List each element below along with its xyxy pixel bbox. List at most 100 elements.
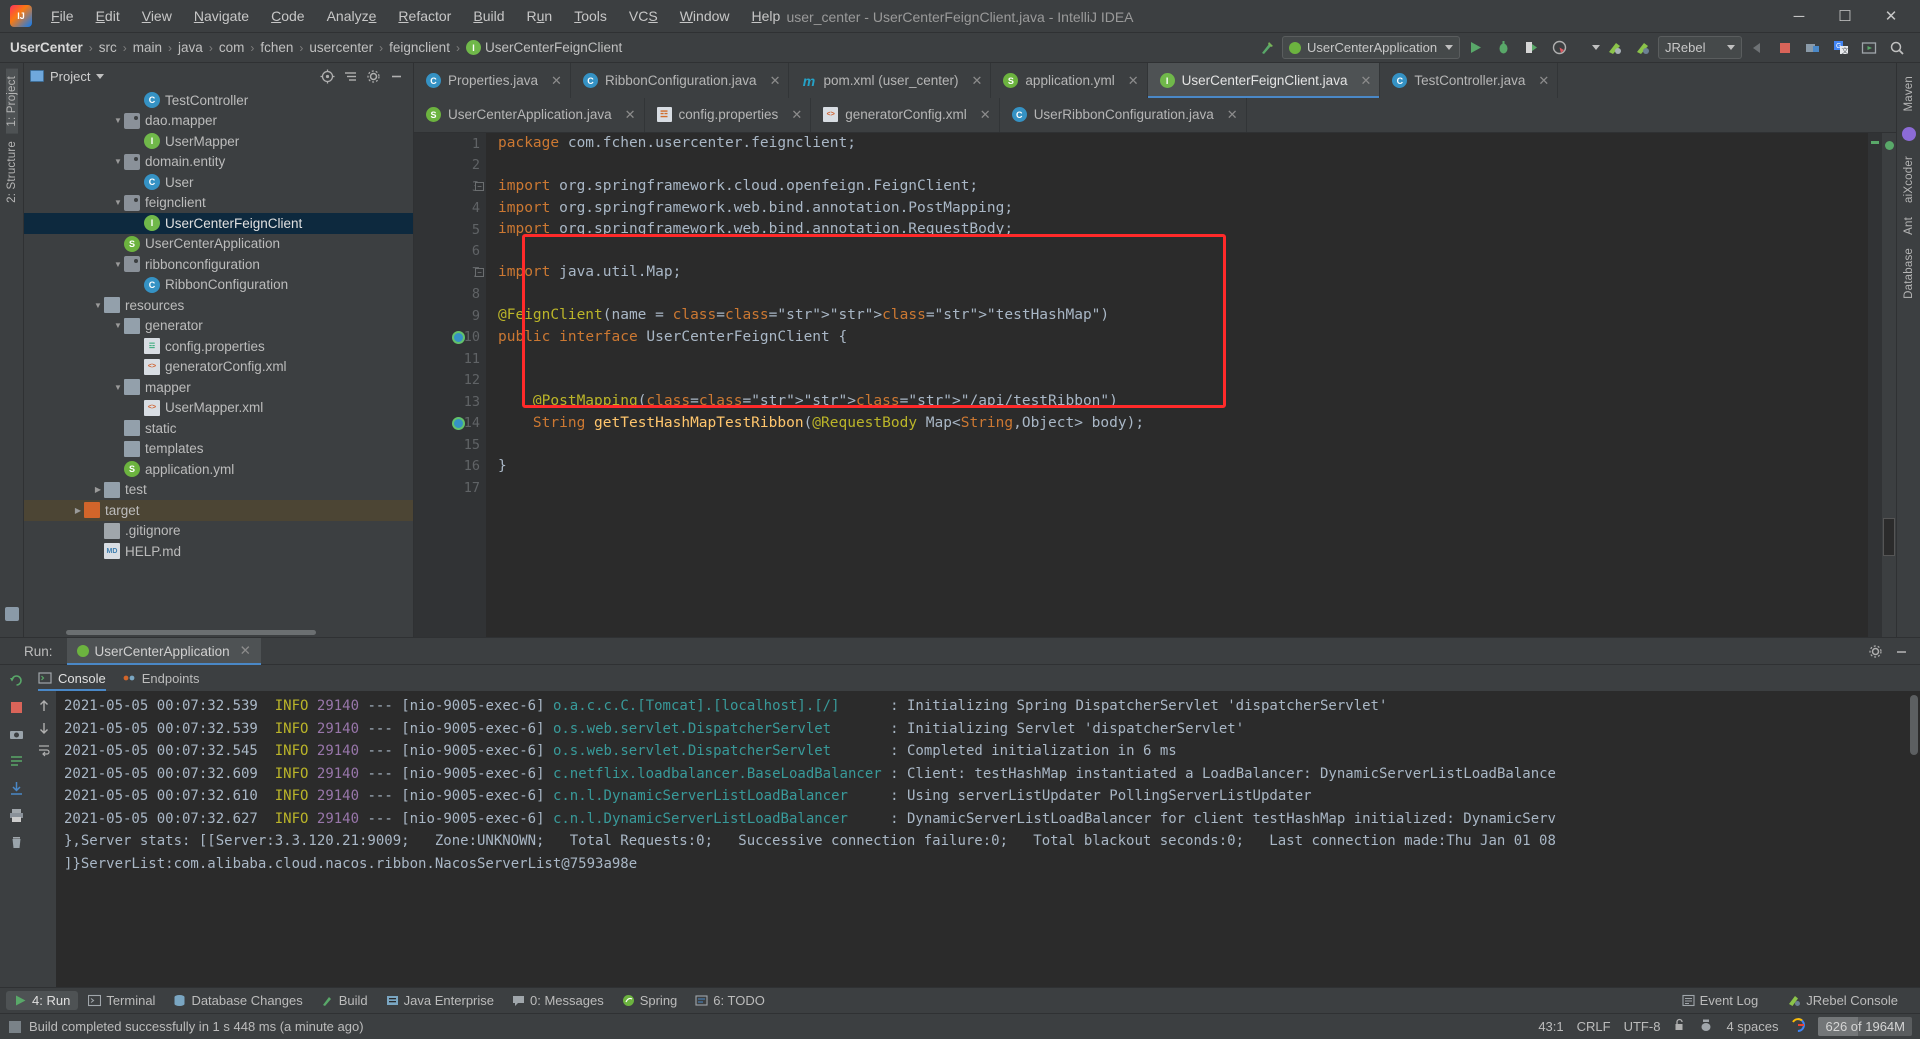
tree-node[interactable]: static xyxy=(24,418,413,439)
code-line[interactable] xyxy=(498,155,1868,177)
console-output[interactable]: 2021-05-05 00:07:32.539 INFO 29140 --- [… xyxy=(56,691,1920,987)
code-line[interactable]: @FeignClient(name = class=class="str">"s… xyxy=(498,305,1868,327)
code-line[interactable]: import java.util.Map; xyxy=(498,262,1868,284)
breadcrumb-item-com[interactable]: com xyxy=(215,38,249,57)
tool-window-button-6-todo[interactable]: 6: TODO xyxy=(687,991,773,1010)
code-line[interactable]: @PostMapping(class=class="str">"str">cla… xyxy=(498,391,1868,413)
tree-node[interactable]: ▼ ribbonconfiguration xyxy=(24,254,413,275)
code-fold-icon[interactable]: − xyxy=(475,268,484,277)
close-icon[interactable]: ✕ xyxy=(791,107,802,123)
gear-icon[interactable] xyxy=(1864,640,1886,662)
tool-window-button-build[interactable]: Build xyxy=(313,991,376,1010)
close-icon[interactable]: ✕ xyxy=(551,73,562,89)
sidebar-item-aixcoder[interactable]: aiXcoder xyxy=(1903,149,1915,210)
tool-window-button-terminal[interactable]: Terminal xyxy=(80,991,163,1010)
rerun-icon[interactable] xyxy=(5,669,27,691)
menu-item-analyze[interactable]: Analyze xyxy=(316,4,388,28)
code-line[interactable] xyxy=(498,348,1868,370)
code-line[interactable]: package com.fchen.usercenter.feignclient… xyxy=(498,133,1868,155)
tool-window-button-4-run[interactable]: 4: Run xyxy=(6,991,79,1010)
editor-tab[interactable]: <> generatorConfig.xml ✕ xyxy=(811,98,1000,132)
back-arrow-icon[interactable] xyxy=(1744,36,1770,60)
indent-setting[interactable]: 4 spaces xyxy=(1726,1019,1778,1034)
editor-tab[interactable]: C TestController.java ✕ xyxy=(1380,63,1559,98)
tool-window-button-0-messages[interactable]: 0: Messages xyxy=(504,991,612,1010)
code-content[interactable]: package com.fchen.usercenter.feignclient… xyxy=(486,133,1868,637)
horizontal-scrollbar[interactable] xyxy=(66,630,316,635)
tree-node[interactable]: .gitignore xyxy=(24,521,413,542)
breadcrumb-item-fchen[interactable]: fchen xyxy=(256,38,297,57)
code-fold-icon[interactable]: − xyxy=(475,182,484,191)
tree-node[interactable]: I UserMapper xyxy=(24,131,413,152)
tree-node[interactable]: C User xyxy=(24,172,413,193)
thread-dump-icon[interactable] xyxy=(5,750,27,772)
menu-item-view[interactable]: View xyxy=(131,4,183,28)
project-tree[interactable]: C TestController ▼ dao.mapper I UserMapper ▼ do… xyxy=(24,89,413,637)
chevron-down-icon[interactable]: ▼ xyxy=(92,301,104,310)
chevron-down-icon[interactable]: ▼ xyxy=(112,116,124,125)
chevron-down-icon[interactable] xyxy=(1574,36,1600,60)
run-configuration-selector[interactable]: UserCenterApplication xyxy=(1282,36,1460,59)
error-stripe-marker-bar[interactable] xyxy=(1868,133,1882,637)
implementation-gutter-icon[interactable] xyxy=(452,330,465,344)
menu-item-run[interactable]: Run xyxy=(516,4,564,28)
line-number[interactable]: 14 xyxy=(414,413,486,435)
tree-node[interactable]: ▶ test xyxy=(24,480,413,501)
code-line[interactable]: import org.springframework.web.bind.anno… xyxy=(498,219,1868,241)
code-line[interactable]: public interface UserCenterFeignClient { xyxy=(498,327,1868,349)
minimize-icon[interactable] xyxy=(1890,640,1912,662)
line-number[interactable]: 6 xyxy=(414,241,486,263)
close-button[interactable]: ✕ xyxy=(1868,1,1914,31)
debug-icon[interactable] xyxy=(1490,36,1516,60)
line-number[interactable]: 17 xyxy=(414,477,486,499)
gear-icon[interactable] xyxy=(362,65,384,87)
menu-item-help[interactable]: Help xyxy=(741,4,792,28)
code-preview-thumb[interactable] xyxy=(1883,518,1895,556)
aixcoder-icon[interactable] xyxy=(1901,126,1916,141)
run-coverage-icon[interactable] xyxy=(1518,36,1544,60)
tree-node[interactable]: <> UserMapper.xml xyxy=(24,398,413,419)
line-number[interactable]: 11 xyxy=(414,348,486,370)
tree-node[interactable]: templates xyxy=(24,439,413,460)
menu-item-refactor[interactable]: Refactor xyxy=(387,4,462,28)
chevron-right-icon[interactable]: ▶ xyxy=(92,485,104,494)
code-line[interactable] xyxy=(498,434,1868,456)
tree-node[interactable]: I UserCenterFeignClient xyxy=(24,213,413,234)
chevron-down-icon[interactable]: ▼ xyxy=(112,157,124,166)
inspection-ok-icon[interactable] xyxy=(1885,141,1894,150)
project-panel-title-group[interactable]: Project xyxy=(30,69,105,84)
tool-window-button-java-enterprise[interactable]: Java Enterprise xyxy=(378,991,502,1010)
editor-tab[interactable]: S UserCenterApplication.java ✕ xyxy=(414,98,645,132)
close-icon[interactable]: ✕ xyxy=(240,643,251,659)
tree-node[interactable]: ▼ generator xyxy=(24,316,413,337)
export-icon[interactable] xyxy=(5,777,27,799)
close-icon[interactable]: ✕ xyxy=(972,73,983,89)
tool-window-button-database-changes[interactable]: Database Changes xyxy=(165,991,310,1010)
favorites-icon[interactable] xyxy=(4,607,19,621)
breadcrumb-item-usercenter[interactable]: usercenter xyxy=(305,38,377,57)
hide-panel-icon[interactable] xyxy=(385,65,407,87)
scroll-up-icon[interactable] xyxy=(33,695,55,717)
breadcrumb-item-main[interactable]: main xyxy=(129,38,166,57)
soft-wrap-icon[interactable] xyxy=(33,739,55,761)
close-icon[interactable]: ✕ xyxy=(1128,73,1139,89)
print-icon[interactable] xyxy=(5,804,27,826)
code-line[interactable] xyxy=(498,284,1868,306)
tab-console[interactable]: Console xyxy=(38,665,106,691)
chevron-down-icon[interactable]: ▼ xyxy=(112,321,124,330)
collapse-all-icon[interactable] xyxy=(339,65,361,87)
inspection-icon[interactable] xyxy=(1699,1018,1713,1035)
code-line[interactable]: } xyxy=(498,456,1868,478)
close-icon[interactable]: ✕ xyxy=(770,73,781,89)
sidebar-item-ant[interactable]: Ant xyxy=(1903,210,1915,242)
code-line[interactable] xyxy=(498,370,1868,392)
stop-icon[interactable] xyxy=(1772,36,1798,60)
maximize-button[interactable]: ☐ xyxy=(1822,1,1868,31)
editor-tab[interactable]: m pom.xml (user_center) ✕ xyxy=(789,63,992,98)
tree-node[interactable]: Sapplication.yml xyxy=(24,459,413,480)
line-number[interactable]: 5 xyxy=(414,219,486,241)
editor-tab[interactable]: C Properties.java ✕ xyxy=(414,63,571,98)
sidebar-item-structure[interactable]: 2: Structure xyxy=(6,134,18,210)
code-line[interactable]: String getTestHashMapTestRibbon(@Request… xyxy=(498,413,1868,435)
profiler-icon[interactable] xyxy=(1546,36,1572,60)
